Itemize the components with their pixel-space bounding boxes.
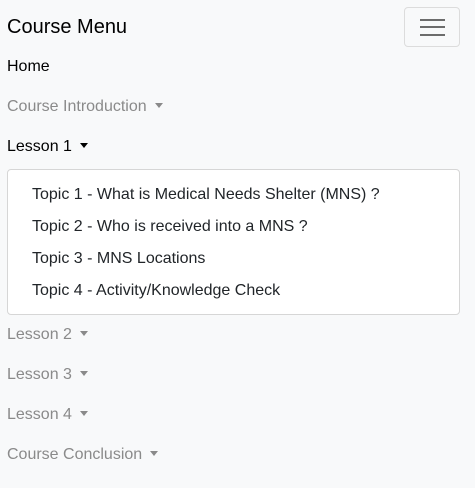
navbar: Course Menu bbox=[0, 0, 475, 50]
nav-item-course-conclusion[interactable]: Course Conclusion bbox=[7, 445, 159, 465]
navbar-toggler-button[interactable] bbox=[404, 7, 460, 47]
caret-down-icon bbox=[79, 331, 88, 336]
nav-item-label: Lesson 1 bbox=[7, 138, 72, 155]
nav-item-course-introduction[interactable]: Course Introduction bbox=[7, 97, 163, 117]
nav-item-label: Lesson 3 bbox=[7, 366, 72, 383]
dropdown-item-topic-3[interactable]: Topic 3 - MNS Locations bbox=[32, 249, 205, 269]
nav-item-lesson-3[interactable]: Lesson 3 bbox=[7, 365, 88, 385]
caret-down-icon bbox=[79, 411, 88, 416]
dropdown-item-topic-1[interactable]: Topic 1 - What is Medical Needs Shelter … bbox=[32, 185, 380, 205]
nav-item-label: Home bbox=[7, 58, 50, 75]
nav-item-label: Lesson 4 bbox=[7, 406, 72, 423]
nav-item-lesson-1[interactable]: Lesson 1 bbox=[7, 137, 88, 157]
dropdown-item-topic-2[interactable]: Topic 2 - Who is received into a MNS ? bbox=[32, 217, 308, 237]
nav-item-label: Course Introduction bbox=[7, 98, 147, 115]
caret-down-icon bbox=[150, 451, 159, 456]
nav-item-home[interactable]: Home bbox=[7, 57, 50, 77]
dropdown-item-topic-4[interactable]: Topic 4 - Activity/Knowledge Check bbox=[32, 281, 280, 301]
nav-item-label: Course Conclusion bbox=[7, 446, 143, 463]
nav-item-lesson-2[interactable]: Lesson 2 bbox=[7, 325, 88, 345]
nav-item-label: Lesson 2 bbox=[7, 326, 72, 343]
caret-down-icon bbox=[79, 143, 88, 148]
nav-item-lesson-4[interactable]: Lesson 4 bbox=[7, 405, 88, 425]
navbar-brand[interactable]: Course Menu bbox=[7, 15, 127, 39]
caret-down-icon bbox=[154, 103, 163, 108]
lesson-1-dropdown-menu: Topic 1 - What is Medical Needs Shelter … bbox=[7, 169, 460, 315]
caret-down-icon bbox=[79, 371, 88, 376]
